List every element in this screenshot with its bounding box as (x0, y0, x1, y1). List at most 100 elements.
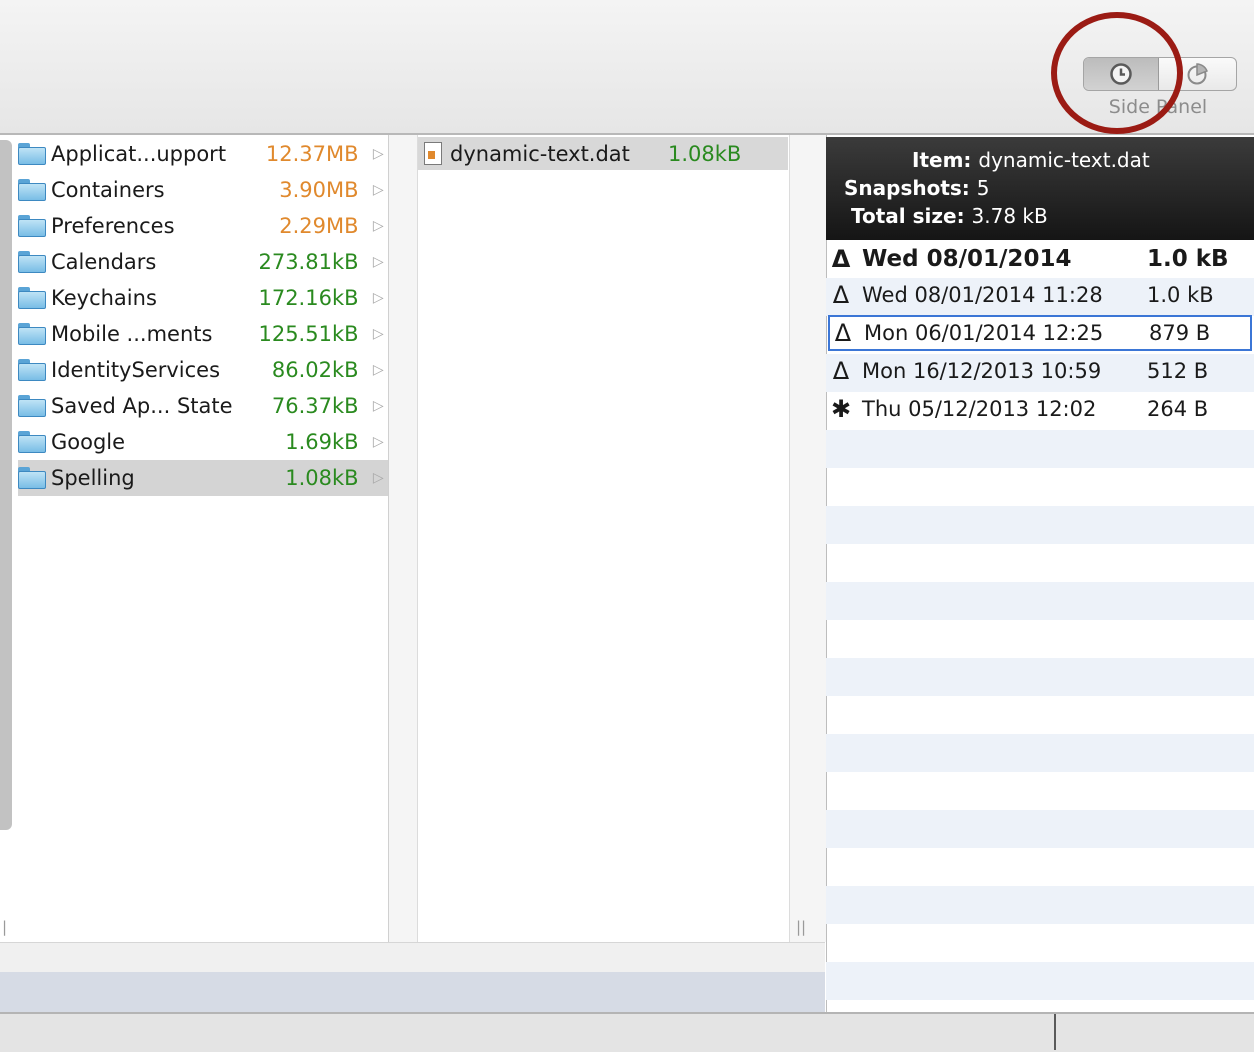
snapshot-size: 264 B (1147, 397, 1209, 421)
disclosure-arrow-icon[interactable]: ▷ (369, 434, 388, 450)
list-stripe (826, 886, 1254, 924)
list-stripe (826, 924, 1254, 962)
snapshots-count: 5 (976, 176, 990, 200)
column-resize-handle[interactable]: | (2, 918, 7, 936)
list-stripe (826, 544, 1254, 582)
disclosure-arrow-icon[interactable]: ▷ (369, 362, 388, 378)
folder-row[interactable]: Preferences 2.29MB ▷ (18, 208, 388, 244)
folder-row[interactable]: IdentityServices 86.02kB ▷ (18, 352, 388, 388)
folder-row[interactable]: Applicat...upport 12.37MB ▷ (18, 136, 388, 172)
folder-icon (18, 251, 48, 273)
folder-name: Saved Ap... State (51, 394, 233, 418)
disclosure-arrow-icon[interactable]: ▷ (369, 182, 388, 198)
status-bar (0, 1012, 1254, 1052)
highlight-ring-annotation (1051, 12, 1183, 134)
snapshot-row[interactable]: Δ Wed 08/01/2014 1.0 kB (828, 241, 1252, 277)
folder-icon (18, 179, 48, 201)
disclosure-arrow-icon[interactable]: ▷ (369, 290, 388, 306)
item-value: dynamic-text.dat (978, 148, 1150, 172)
file-column[interactable] (389, 135, 826, 942)
folder-name: Preferences (51, 214, 175, 238)
folder-icon (18, 323, 48, 345)
info-strip (0, 972, 825, 1012)
folder-name: Calendars (51, 250, 157, 274)
folder-name: Keychains (51, 286, 157, 310)
snapshots-label: Snapshots: (844, 176, 970, 200)
disclosure-arrow-icon[interactable]: ▷ (369, 218, 388, 234)
folder-name: Spelling (51, 466, 135, 490)
folder-size: 1.69kB (285, 430, 359, 454)
column-gutter (789, 135, 826, 942)
pie-chart-icon (1187, 63, 1208, 85)
snapshot-row[interactable]: Δ Wed 08/01/2014 11:28 1.0 kB (828, 277, 1252, 313)
document-icon (424, 142, 442, 165)
folder-name: Containers (51, 178, 165, 202)
file-name: dynamic-text.dat (450, 141, 630, 166)
status-bar-divider (1054, 1014, 1056, 1050)
column-resize-handle[interactable]: || (796, 918, 806, 936)
folder-row[interactable]: Saved Ap... State 76.37kB ▷ (18, 388, 388, 424)
folder-icon (18, 215, 48, 237)
disclosure-arrow-icon[interactable]: ▷ (369, 470, 388, 486)
snapshot-size: 879 B (1149, 321, 1211, 345)
folder-row[interactable]: Mobile ...ments 125.51kB ▷ (18, 316, 388, 352)
snapshot-row[interactable]: Δ Mon 06/01/2014 12:25 879 B (828, 315, 1252, 351)
column-scrollbar[interactable] (0, 140, 12, 830)
folder-row[interactable]: Spelling 1.08kB ▷ (18, 460, 388, 496)
folder-row[interactable]: Keychains 172.16kB ▷ (18, 280, 388, 316)
disclosure-arrow-icon[interactable]: ▷ (369, 254, 388, 270)
snapshot-date: Thu 05/12/2013 12:02 (862, 397, 1097, 421)
snapshot-row[interactable]: Δ Mon 16/12/2013 10:59 512 B (828, 353, 1252, 389)
snapshot-size: 1.0 kB (1147, 246, 1229, 272)
disclosure-arrow-icon[interactable]: ▷ (369, 146, 388, 162)
total-size-label: Total size: (851, 204, 965, 228)
list-stripe (826, 468, 1254, 506)
list-stripe (826, 582, 1254, 620)
snapshot-date: Mon 16/12/2013 10:59 (862, 359, 1102, 383)
folder-row[interactable]: Google 1.69kB ▷ (18, 424, 388, 460)
folder-size: 2.29MB (279, 214, 359, 238)
folder-size: 86.02kB (271, 358, 359, 382)
list-stripe (826, 848, 1254, 886)
list-stripe (826, 430, 1254, 468)
folder-size: 172.16kB (258, 286, 359, 310)
folder-icon (18, 467, 48, 489)
item-label: Item: (912, 148, 972, 172)
folder-name: IdentityServices (51, 358, 221, 382)
list-stripe (826, 772, 1254, 810)
snapshot-date: Wed 08/01/2014 11:28 (862, 283, 1103, 307)
column-footer (0, 942, 825, 973)
snapshot-date: Mon 06/01/2014 12:25 (864, 321, 1104, 345)
folder-size: 273.81kB (258, 250, 359, 274)
folder-icon (18, 431, 48, 453)
file-row[interactable]: dynamic-text.dat 1.08kB (418, 137, 788, 170)
folder-icon (18, 395, 48, 417)
folder-row[interactable]: Calendars 273.81kB ▷ (18, 244, 388, 280)
list-stripe (826, 962, 1254, 1000)
delta-icon: Δ (831, 245, 851, 273)
folder-size: 76.37kB (271, 394, 359, 418)
total-size-value: 3.78 kB (971, 204, 1048, 228)
folder-icon (18, 287, 48, 309)
folder-size: 1.08kB (285, 466, 359, 490)
snapshot-row[interactable]: ✱ Thu 05/12/2013 12:02 264 B (828, 391, 1252, 427)
file-size: 1.08kB (668, 141, 742, 166)
side-panel-header: Item: dynamic-text.dat Snapshots: 5 Tota… (826, 137, 1254, 240)
list-stripe (826, 734, 1254, 772)
disclosure-arrow-icon[interactable]: ▷ (369, 398, 388, 414)
column-gutter (389, 135, 418, 942)
folder-name: Mobile ...ments (51, 322, 213, 346)
snapshot-size: 1.0 kB (1147, 283, 1214, 307)
delta-icon: Δ (832, 281, 850, 309)
folder-name: Google (51, 430, 126, 454)
total-size-line: Total size: 3.78 kB (851, 204, 1048, 228)
folder-icon (18, 143, 48, 165)
folder-size: 3.90MB (279, 178, 359, 202)
disclosure-arrow-icon[interactable]: ▷ (369, 326, 388, 342)
list-stripe (826, 506, 1254, 544)
list-stripe (826, 810, 1254, 848)
list-stripe (826, 696, 1254, 734)
asterisk-icon: ✱ (830, 395, 852, 423)
delta-icon: Δ (832, 357, 850, 385)
folder-row[interactable]: Containers 3.90MB ▷ (18, 172, 388, 208)
